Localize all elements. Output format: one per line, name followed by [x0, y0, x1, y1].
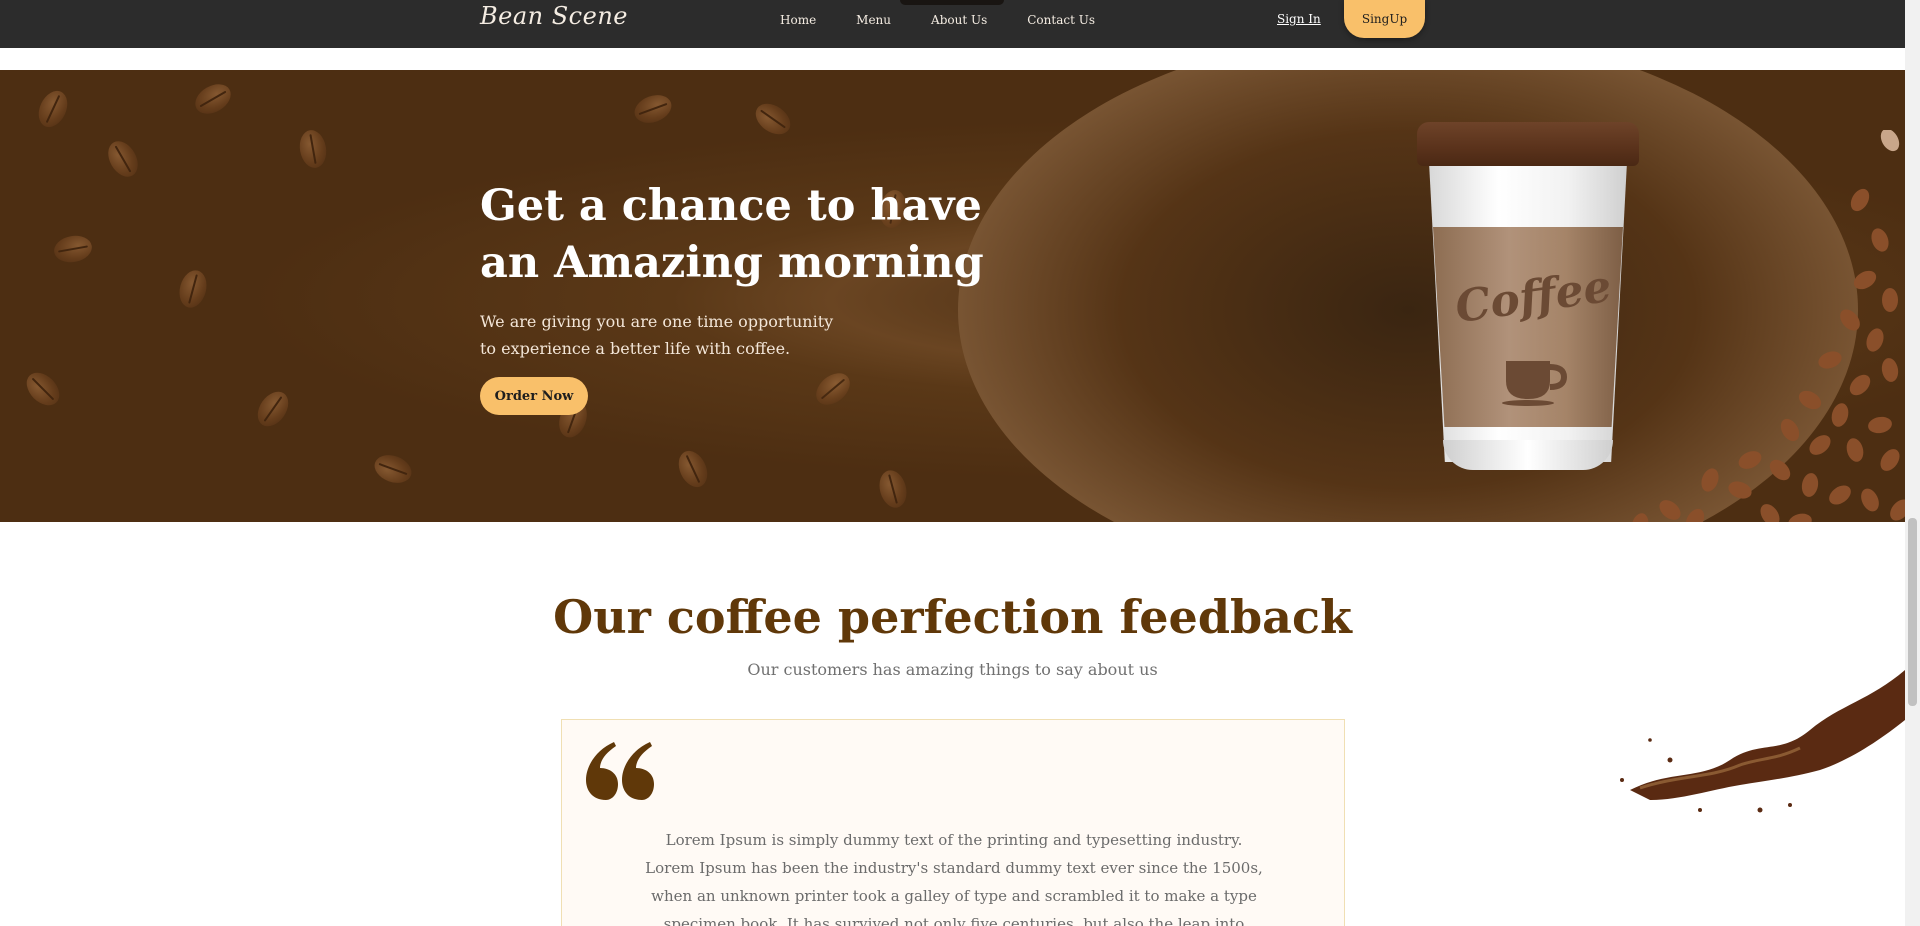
bean-decoration	[875, 467, 911, 511]
bean-decoration	[673, 446, 713, 492]
bean-decoration	[52, 232, 94, 266]
hero-subtitle: We are giving you are one time opportuni…	[480, 312, 834, 358]
nav-links: Home Menu About Us Contact Us	[780, 13, 1125, 27]
testimonial-text: Lorem Ipsum is simply dummy text of the …	[645, 831, 1263, 926]
nav-link-menu[interactable]: Menu	[856, 13, 891, 27]
bean-decoration	[296, 128, 330, 170]
feedback-title: Our coffee perfection feedback	[553, 590, 1352, 644]
logo[interactable]: Bean Scene	[480, 2, 628, 30]
bean-decoration	[190, 78, 236, 120]
coffee-beans-pile	[1631, 130, 1905, 522]
testimonial-card: Lorem Ipsum is simply dummy text of the …	[561, 719, 1345, 926]
sign-in-link[interactable]: Sign In	[1277, 12, 1321, 26]
nav-link-about-us[interactable]: About Us	[931, 13, 987, 27]
bean-decoration	[810, 366, 856, 412]
nav-notch-decoration	[900, 0, 1004, 5]
bean-decoration	[33, 86, 73, 132]
hero-title: Get a chance to have an Amazing morning	[480, 181, 984, 288]
bean-decoration	[370, 450, 416, 488]
order-now-button[interactable]: Order Now	[480, 377, 588, 415]
signup-button[interactable]: SingUp	[1344, 0, 1425, 38]
quote-icon	[586, 742, 654, 800]
scrollbar-thumb[interactable]	[1908, 518, 1917, 706]
nav-link-home[interactable]: Home	[780, 13, 816, 27]
bean-decoration	[175, 267, 211, 311]
nav-link-contact-us[interactable]: Contact Us	[1027, 13, 1095, 27]
navbar: Bean Scene Home Menu About Us Contact Us…	[0, 0, 1905, 48]
bean-decoration	[749, 97, 797, 141]
coffee-splash-decoration	[1620, 670, 1905, 813]
bean-decoration	[20, 366, 66, 412]
hero-section: Get a chance to have an Amazing morning …	[0, 70, 1905, 522]
bean-decoration	[630, 90, 676, 128]
bean-decoration	[102, 136, 144, 182]
bean-decoration	[251, 385, 295, 433]
page-scrollbar[interactable]	[1905, 0, 1920, 926]
